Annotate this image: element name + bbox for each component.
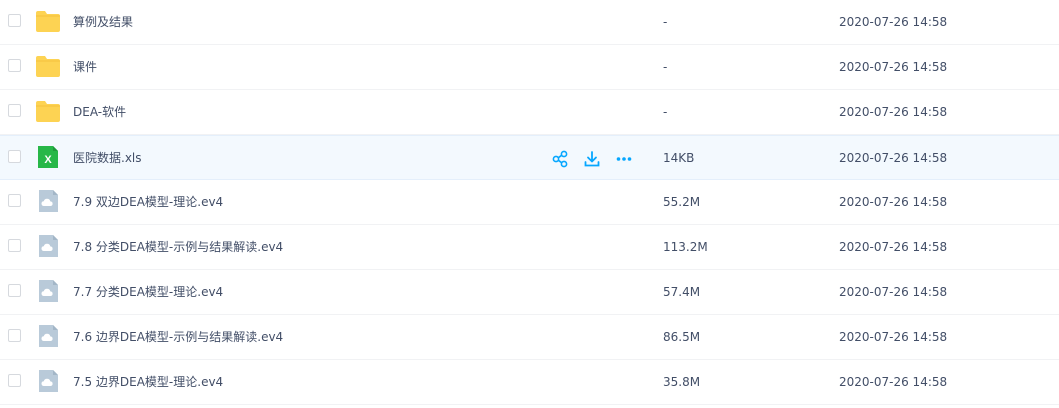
file-date: 2020-07-26 14:58 bbox=[839, 105, 948, 119]
file-size: - bbox=[663, 15, 668, 29]
file-size: 55.2M bbox=[663, 195, 701, 209]
row-checkbox[interactable] bbox=[8, 150, 21, 163]
file-size: 113.2M bbox=[663, 240, 708, 254]
cloud-file-icon bbox=[35, 324, 61, 348]
file-name[interactable]: 7.5 边界DEA模型-理论.ev4 bbox=[73, 360, 223, 404]
file-date: 2020-07-26 14:58 bbox=[839, 195, 948, 209]
file-size: 14KB bbox=[663, 151, 695, 165]
row-checkbox[interactable] bbox=[8, 374, 21, 387]
row-checkbox[interactable] bbox=[8, 284, 21, 297]
file-name[interactable]: 医院数据.xls bbox=[73, 136, 142, 180]
row-checkbox[interactable] bbox=[8, 59, 21, 72]
file-row[interactable]: 7.5 边界DEA模型-理论.ev4 35.8M 2020-07-26 14:5… bbox=[0, 360, 1059, 405]
file-row[interactable]: 7.9 双边DEA模型-理论.ev4 55.2M 2020-07-26 14:5… bbox=[0, 180, 1059, 225]
file-name[interactable]: 7.9 双边DEA模型-理论.ev4 bbox=[73, 180, 223, 224]
cloud-file-icon bbox=[35, 189, 61, 213]
row-checkbox[interactable] bbox=[8, 104, 21, 117]
download-icon[interactable] bbox=[583, 150, 601, 168]
file-size: - bbox=[663, 105, 668, 119]
cloud-file-icon bbox=[35, 234, 61, 258]
file-row[interactable]: 7.8 分类DEA模型-示例与结果解读.ev4 113.2M 2020-07-2… bbox=[0, 225, 1059, 270]
row-checkbox[interactable] bbox=[8, 239, 21, 252]
cloud-file-icon bbox=[35, 369, 61, 393]
file-size: 57.4M bbox=[663, 285, 701, 299]
file-size: 35.8M bbox=[663, 375, 701, 389]
file-name[interactable]: 课件 bbox=[73, 45, 97, 89]
file-date: 2020-07-26 14:58 bbox=[839, 375, 948, 389]
file-size: 86.5M bbox=[663, 330, 701, 344]
file-name[interactable]: 7.6 边界DEA模型-示例与结果解读.ev4 bbox=[73, 315, 283, 359]
file-date: 2020-07-26 14:58 bbox=[839, 151, 948, 165]
file-list: 算例及结果 - 2020-07-26 14:58 课件 - 2020-07-26… bbox=[0, 0, 1059, 408]
file-row[interactable]: 课件 - 2020-07-26 14:58 bbox=[0, 45, 1059, 90]
cloud-file-icon bbox=[35, 279, 61, 303]
row-checkbox[interactable] bbox=[8, 194, 21, 207]
share-icon[interactable] bbox=[551, 150, 569, 168]
row-checkbox[interactable] bbox=[8, 14, 21, 27]
file-date: 2020-07-26 14:58 bbox=[839, 15, 948, 29]
file-date: 2020-07-26 14:58 bbox=[839, 240, 948, 254]
folder-icon bbox=[35, 9, 61, 33]
file-row[interactable]: DEA-软件 - 2020-07-26 14:58 bbox=[0, 90, 1059, 135]
row-checkbox[interactable] bbox=[8, 329, 21, 342]
file-row[interactable]: 7.6 边界DEA模型-示例与结果解读.ev4 86.5M 2020-07-26… bbox=[0, 315, 1059, 360]
file-size: - bbox=[663, 60, 668, 74]
folder-icon bbox=[35, 99, 61, 123]
file-date: 2020-07-26 14:58 bbox=[839, 285, 948, 299]
file-name[interactable]: 算例及结果 bbox=[73, 0, 133, 44]
excel-icon-letter: X bbox=[44, 154, 52, 166]
file-name[interactable]: DEA-软件 bbox=[73, 90, 126, 134]
file-date: 2020-07-26 14:58 bbox=[839, 330, 948, 344]
file-name[interactable]: 7.8 分类DEA模型-示例与结果解读.ev4 bbox=[73, 225, 283, 269]
excel-file-icon: X bbox=[35, 145, 61, 169]
file-row[interactable]: 7.7 分类DEA模型-理论.ev4 57.4M 2020-07-26 14:5… bbox=[0, 270, 1059, 315]
row-actions bbox=[551, 150, 633, 168]
folder-icon bbox=[35, 54, 61, 78]
more-icon[interactable] bbox=[615, 150, 633, 168]
file-date: 2020-07-26 14:58 bbox=[839, 60, 948, 74]
file-row[interactable]: X 医院数据.xls 14KB 2020-07-26 14:58 bbox=[0, 135, 1059, 180]
file-name[interactable]: 7.7 分类DEA模型-理论.ev4 bbox=[73, 270, 223, 314]
file-row[interactable]: 算例及结果 - 2020-07-26 14:58 bbox=[0, 0, 1059, 45]
